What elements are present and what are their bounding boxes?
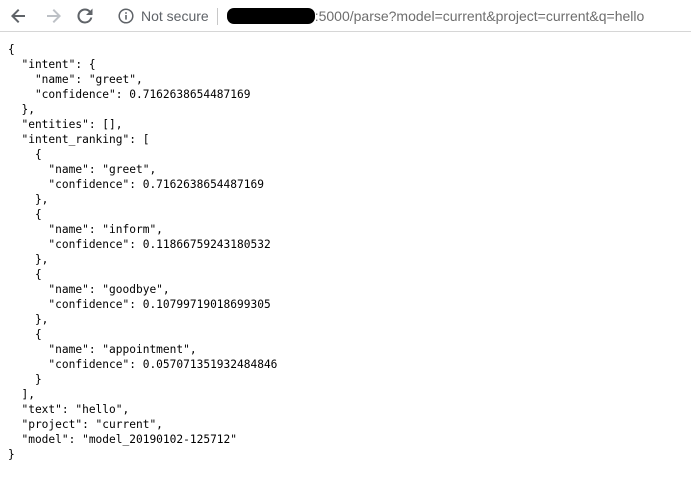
- browser-toolbar: Not secure :5000/parse?model=current&pro…: [0, 0, 691, 32]
- forward-button[interactable]: [42, 5, 64, 27]
- address-bar[interactable]: Not secure :5000/parse?model=current&pro…: [110, 2, 691, 30]
- arrow-right-icon: [47, 9, 61, 23]
- info-circle-icon[interactable]: [117, 7, 135, 25]
- back-button[interactable]: [8, 5, 30, 27]
- url-text[interactable]: :5000/parse?model=current&project=curren…: [315, 8, 645, 24]
- security-indicator[interactable]: Not secure: [141, 8, 209, 24]
- reload-icon: [77, 8, 93, 24]
- reload-button[interactable]: [74, 5, 96, 27]
- address-separator: [216, 7, 218, 25]
- redacted-host: [226, 8, 315, 24]
- arrow-left-icon: [11, 9, 25, 23]
- json-response: { "intent": { "name": "greet", "confiden…: [8, 43, 278, 461]
